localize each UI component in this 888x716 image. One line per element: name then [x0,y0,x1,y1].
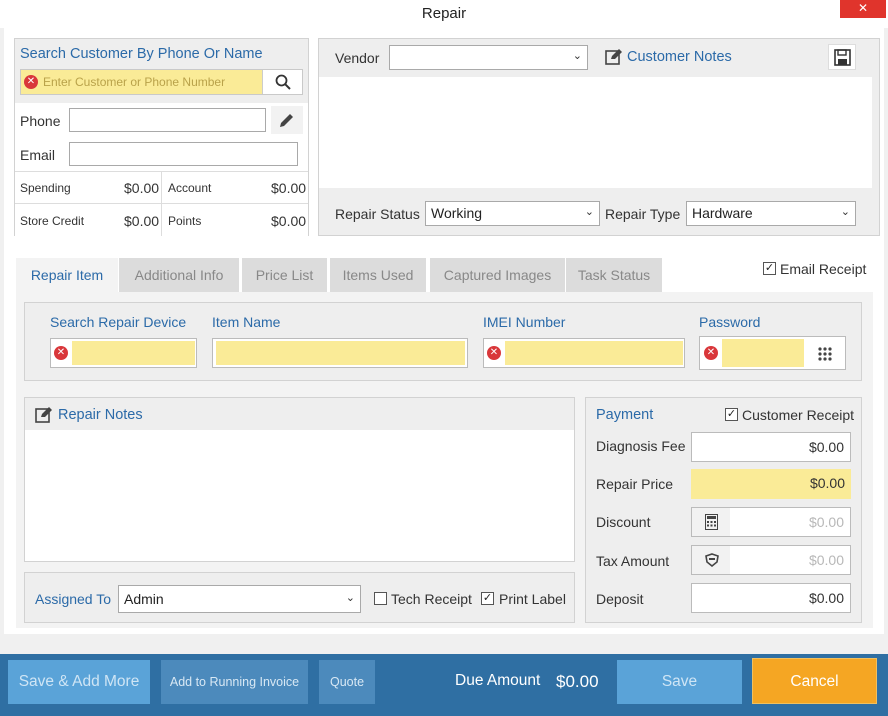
payment-title: Payment [596,407,654,423]
customer-search-button[interactable] [262,70,302,94]
due-amount-label: Due Amount [455,672,541,689]
chevron-down-icon: ⌄ [584,206,594,218]
store-credit-label: Store Credit [20,214,85,228]
customer-notes-label: Customer Notes [627,49,732,65]
tech-receipt-label: Tech Receipt [391,591,472,607]
floppy-disk-icon [834,49,851,66]
assigned-to-select[interactable]: Admin ⌄ [118,585,361,613]
error-icon: ✕ [487,346,501,360]
tab-items-used[interactable]: Items Used [330,258,426,292]
store-credit-value: $0.00 [124,213,160,229]
repair-type-select[interactable]: Hardware ⌄ [686,201,856,226]
tab-captured-images[interactable]: Captured Images [430,258,565,292]
repair-notes-label: Repair Notes [58,407,143,423]
save-add-more-button[interactable]: Save & Add More [8,660,150,704]
error-icon: ✕ [704,346,718,360]
tax-amount-input[interactable]: $0.00 [691,545,851,575]
tab-additional-info[interactable]: Additional Info [119,258,239,292]
keypad-icon [818,347,832,361]
cancel-button[interactable]: Cancel [752,658,877,704]
add-running-invoice-button[interactable]: Add to Running Invoice [161,660,308,704]
save-button[interactable]: Save [617,660,742,704]
tax-amount-value: $0.00 [808,552,844,568]
error-icon: ✕ [54,346,68,360]
shield-icon [705,553,719,567]
search-device-label: Search Repair Device [50,314,187,330]
email-label: Email [20,147,56,163]
close-button[interactable]: ✕ [840,0,886,18]
customer-receipt-label: Customer Receipt [742,407,855,423]
customer-notes-textarea[interactable] [319,77,872,188]
tab-price-list[interactable]: Price List [242,258,327,292]
repair-status-select[interactable]: Working ⌄ [425,201,600,226]
discount-value: $0.00 [808,514,844,530]
phone-label: Phone [20,113,61,129]
divider [161,171,162,236]
spending-label: Spending [20,181,71,195]
repair-status-label: Repair Status [335,206,420,222]
diagnosis-fee-label: Diagnosis Fee [596,438,686,454]
discount-label: Discount [596,514,651,530]
imei-label: IMEI Number [483,314,566,330]
quote-button[interactable]: Quote [319,660,375,704]
vendor-select[interactable]: ⌄ [389,45,588,70]
tax-exempt-button[interactable] [692,546,730,574]
password-input[interactable]: ✕ [699,336,846,370]
diagnosis-fee-input[interactable]: $0.00 [691,432,851,462]
tab-repair-item[interactable]: Repair Item [16,258,118,292]
repair-notes-textarea[interactable] [25,430,574,561]
item-name-input[interactable] [212,338,468,368]
tax-amount-label: Tax Amount [596,553,670,569]
vendor-label: Vendor [335,50,380,66]
repair-type-label: Repair Type [605,206,681,222]
notes-edit-icon [35,407,52,423]
chevron-down-icon: ⌄ [345,592,355,604]
notes-edit-icon [605,49,622,65]
discount-calculator-button[interactable] [692,508,730,536]
calculator-icon [705,514,718,530]
chevron-down-icon: ⌄ [572,50,582,62]
print-label-checkbox[interactable]: ✓ [481,592,494,605]
customer-search-label: Search Customer By Phone Or Name [20,46,263,62]
tab-task-status[interactable]: Task Status [566,258,662,292]
assigned-to-label: Assigned To [35,591,112,607]
due-amount-value: $0.00 [556,672,599,691]
account-label: Account [168,181,212,195]
window-title: Repair [421,5,467,22]
save-notes-button[interactable] [828,44,856,70]
spending-value: $0.00 [124,180,160,196]
close-icon: ✕ [857,1,869,15]
phone-input[interactable] [69,108,266,132]
print-label-label: Print Label [499,591,566,607]
tech-receipt-checkbox[interactable] [374,592,387,605]
error-icon: ✕ [24,75,38,89]
deposit-input[interactable]: $0.00 [691,583,851,613]
search-icon [275,74,291,90]
repair-price-input[interactable]: $0.00 [691,469,851,499]
pencil-icon [280,114,293,127]
email-receipt-checkbox[interactable]: ✓ [763,262,776,275]
imei-input[interactable]: ✕ [483,338,685,368]
customer-search-placeholder: Enter Customer or Phone Number [43,75,226,89]
customer-receipt-checkbox[interactable]: ✓ [725,408,738,421]
email-input[interactable] [69,142,298,166]
edit-customer-button[interactable] [271,106,303,134]
customer-search-input[interactable]: ✕ Enter Customer or Phone Number [20,69,303,95]
points-value: $0.00 [271,213,307,229]
account-value: $0.00 [271,180,307,196]
item-name-label: Item Name [212,314,281,330]
discount-input[interactable]: $0.00 [691,507,851,537]
deposit-label: Deposit [596,591,644,607]
chevron-down-icon: ⌄ [840,206,850,218]
repair-price-label: Repair Price [596,476,674,492]
points-label: Points [168,214,202,228]
search-device-input[interactable]: ✕ [50,338,197,368]
password-label: Password [699,314,761,330]
email-receipt-label: Email Receipt [780,261,867,277]
